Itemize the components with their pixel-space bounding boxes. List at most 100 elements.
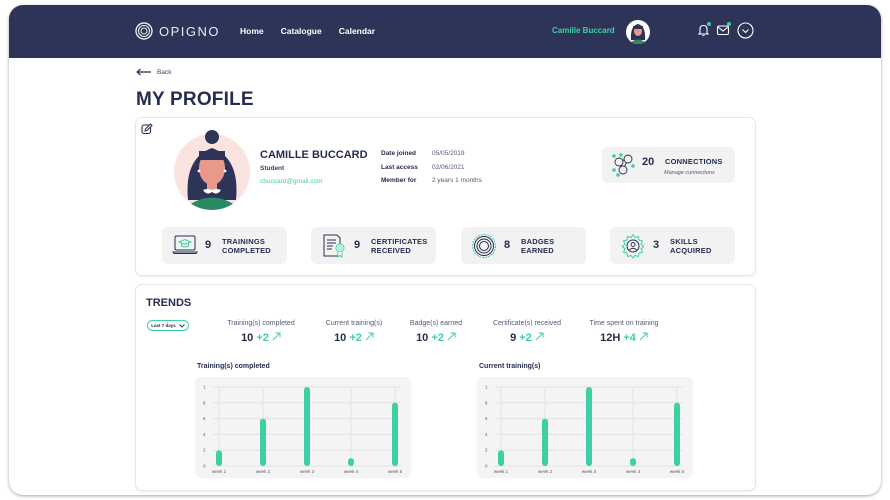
arrow-left-icon — [136, 68, 151, 76]
profile-name: CAMILLE BUCCARD — [260, 149, 368, 161]
main-nav: Home Catalogue Calendar — [240, 26, 375, 36]
x-tick-label: week 5 — [670, 469, 685, 474]
bar-week-5 — [674, 402, 680, 466]
period-dropdown[interactable]: Last 7 days — [147, 320, 189, 331]
y-tick-label: 0 — [203, 464, 206, 469]
graduation-laptop-icon — [172, 235, 198, 254]
bar-week-5 — [392, 402, 398, 466]
nav-catalogue[interactable]: Catalogue — [281, 26, 322, 36]
stat-label: SKILLS ACQUIRED — [670, 237, 712, 255]
bar-week-2 — [260, 418, 266, 466]
kpi-value: 9 +2 — [488, 332, 566, 344]
stat-label-line1: SKILLS — [670, 237, 698, 246]
kpi-delta: +2 — [431, 332, 444, 344]
y-tick-label: 1 — [485, 385, 488, 390]
app-window: OPIGNO Home Catalogue Calendar Camille B… — [9, 5, 881, 495]
meta-value: 2 years 1 months — [432, 177, 482, 184]
kpi-label: Certificate(s) received — [492, 320, 562, 327]
trend-up-arrow-icon — [272, 332, 281, 341]
stat-label-line2: COMPLETED — [222, 246, 271, 255]
stat-label-line2: ACQUIRED — [670, 246, 712, 255]
logo-text: OPIGNO — [159, 23, 221, 39]
nav-home[interactable]: Home — [240, 26, 264, 36]
x-tick-label: week 3 — [300, 469, 315, 474]
y-tick-label: 8 — [203, 400, 206, 405]
trend-up-arrow-icon — [365, 332, 374, 341]
meta-value: 05/05/2019 — [432, 150, 465, 157]
stat-label-line2: EARNED — [521, 246, 554, 255]
x-tick-label: week 4 — [626, 469, 641, 474]
page-title: MY PROFILE — [136, 89, 254, 110]
messages-button[interactable] — [716, 22, 731, 42]
x-tick-label: week 1 — [494, 469, 509, 474]
stat-trainings-completed: 9 TRAININGS COMPLETED — [162, 227, 287, 264]
kpi-label: Badge(s) earned — [409, 320, 463, 327]
kpi-label: Current training(s) — [325, 320, 383, 327]
top-navigation-bar: OPIGNO Home Catalogue Calendar Camille B… — [9, 5, 881, 58]
skills-gear-icon — [621, 233, 645, 259]
kpi-value: 10 +2 — [406, 332, 466, 344]
connections-tile[interactable]: 20 CONNECTIONS Manage connections — [602, 147, 735, 183]
meta-label: Member for — [381, 177, 417, 184]
bar-week-1 — [498, 450, 504, 466]
meta-label: Last access — [381, 163, 418, 171]
nav-calendar[interactable]: Calendar — [339, 26, 375, 36]
x-tick-label: week 3 — [582, 469, 597, 474]
period-value: Last 7 days — [151, 323, 176, 328]
x-tick-label: week 5 — [388, 469, 403, 474]
kpi-value: 10 +2 — [224, 332, 298, 344]
notifications-button[interactable] — [697, 22, 711, 42]
trend-up-arrow-icon — [639, 332, 648, 341]
user-name-link[interactable]: Camille Buccard — [552, 26, 615, 35]
meta-row-date-joined: Date joined 05/05/2019 — [381, 150, 482, 164]
y-tick-label: 6 — [485, 416, 488, 421]
bar-week-4 — [630, 458, 636, 466]
profile-email[interactable]: cbuccard@gmail.com — [260, 178, 323, 185]
kpi-number: 10 — [416, 332, 429, 344]
connections-label: CONNECTIONS — [665, 157, 723, 166]
bar-week-1 — [216, 450, 222, 466]
opigno-logo-icon — [135, 22, 153, 40]
kpi-number: 10 — [241, 332, 254, 344]
stat-label: BADGES EARNED — [521, 237, 554, 255]
edit-profile-button[interactable] — [141, 122, 153, 140]
kpi-number: 10 — [334, 332, 347, 344]
kpi-value: 12H +4 — [584, 332, 664, 344]
notification-dot — [707, 22, 711, 26]
stat-label-line1: BADGES — [521, 237, 555, 246]
trends-card: TRENDS Last 7 days Training(s) completed… — [136, 285, 755, 490]
kpi-delta: +4 — [623, 332, 636, 344]
bar-week-3 — [304, 387, 310, 466]
logo[interactable]: OPIGNO — [135, 22, 220, 40]
kpi-delta: +2 — [349, 332, 362, 344]
stat-count: 3 — [653, 239, 660, 251]
manage-connections-link[interactable]: Manage connections — [664, 170, 715, 176]
stat-label-line1: TRAININGS — [222, 237, 266, 246]
back-link[interactable]: Back — [136, 68, 171, 76]
y-tick-label: 4 — [203, 432, 206, 437]
avatar-image — [629, 24, 647, 44]
y-tick-label: 0 — [485, 464, 488, 469]
bar-week-4 — [348, 458, 354, 466]
stat-count: 9 — [354, 239, 361, 251]
connections-count: 20 — [642, 156, 655, 168]
stat-badges-earned: 8 BADGES EARNED — [461, 227, 586, 264]
profile-meta: Date joined 05/05/2019 Last access 02/06… — [381, 150, 482, 191]
kpi-label: Time spent on training — [589, 320, 659, 327]
connections-icon — [612, 153, 635, 177]
kpi-value: 10 +2 — [319, 332, 389, 344]
profile-avatar — [172, 130, 252, 210]
kpi-trainings-completed: Training(s) completed 10 +2 — [224, 320, 298, 344]
y-tick-label: 1 — [203, 385, 206, 390]
profile-role: Student — [260, 165, 285, 172]
y-tick-label: 2 — [485, 448, 488, 453]
meta-value: 02/06/2021 — [432, 163, 465, 171]
kpi-delta: +2 — [519, 332, 532, 344]
message-dot — [727, 22, 731, 26]
chart-title-current-trainings: Current training(s) — [479, 363, 541, 370]
y-tick-label: 2 — [203, 448, 206, 453]
avatar-illustration — [174, 130, 250, 210]
meta-label: Date joined — [381, 150, 417, 157]
user-menu-toggle[interactable] — [737, 22, 754, 44]
user-avatar[interactable] — [626, 20, 650, 44]
